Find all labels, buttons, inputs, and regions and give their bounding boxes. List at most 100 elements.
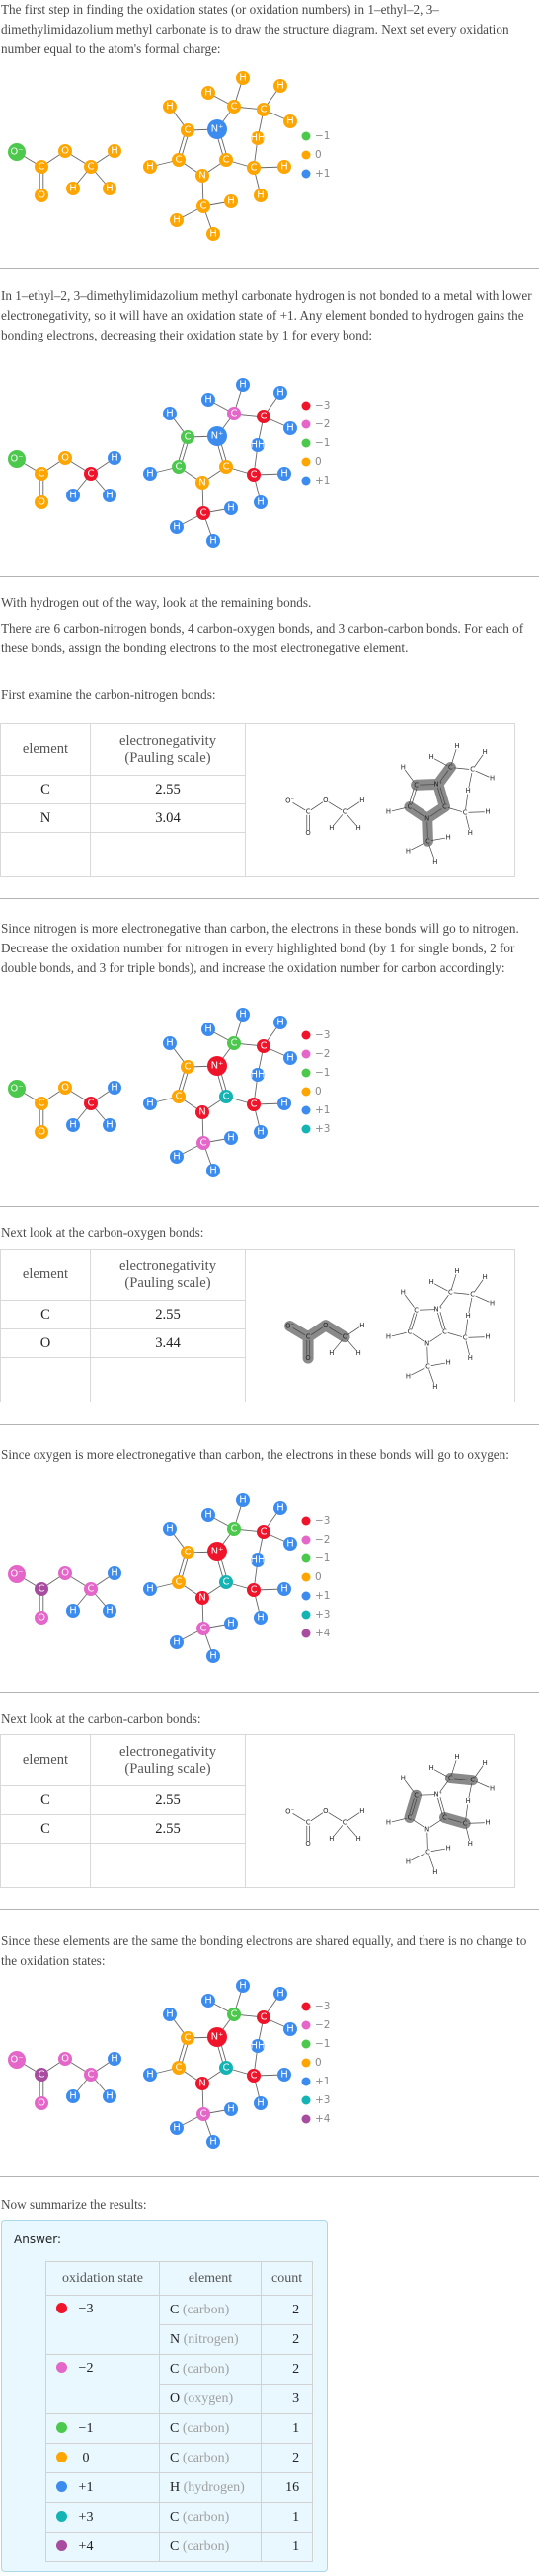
atom-node: O⁻ <box>8 450 26 468</box>
legend-item: +4 <box>301 1628 331 1639</box>
structure-diagram-formal-charge: O⁻COOCHH HC N⁺C CNHHCHHCHHHHC HHC HHH−1 0+1 <box>8 71 330 241</box>
atom-label: HH <box>250 1555 265 1566</box>
element-name: (carbon) <box>182 2420 230 2436</box>
atom-label: H <box>276 1018 284 1028</box>
atom-label: H <box>286 423 294 434</box>
atom-label: O <box>61 2054 69 2065</box>
atom-label: O <box>38 190 45 201</box>
atom-label: H <box>166 2009 174 2020</box>
atom-label: C <box>251 2071 258 2082</box>
atom-node: O <box>35 1611 48 1625</box>
atom-label: H <box>454 1753 459 1761</box>
en-value-cell: 2.55 <box>90 1300 246 1329</box>
atom-label: N <box>198 478 205 489</box>
atom-label: H <box>486 808 491 816</box>
atom-label: C <box>200 2109 207 2120</box>
atom-label: H <box>204 1510 212 1521</box>
atom-label: H <box>286 116 294 127</box>
element-name: (carbon) <box>182 2361 230 2377</box>
atom-label: H <box>257 497 265 508</box>
atom-label: H <box>227 2104 235 2115</box>
oxidation-state-cell: −2 <box>45 2354 160 2414</box>
atom-node: C <box>219 2061 233 2075</box>
oxidation-state-value: +4 <box>78 2538 94 2554</box>
atom-node: C <box>84 1097 98 1110</box>
atom-label: H <box>486 1333 491 1341</box>
legend-item: −1 <box>301 1553 330 1564</box>
atom-label: O <box>305 1840 310 1848</box>
section-divider <box>0 2176 539 2177</box>
element-symbol: C <box>170 2509 180 2525</box>
atom-label: HH <box>250 2041 265 2052</box>
atom-label: C <box>470 1777 475 1784</box>
header-en-line2: (Pauling scale) <box>124 749 211 766</box>
legend-item: 0 <box>301 1086 322 1098</box>
atom-label: H <box>401 1289 406 1297</box>
legend-item: −3 <box>301 400 330 412</box>
atom-node: C <box>247 1583 261 1597</box>
atom-label: H <box>204 395 212 406</box>
atom-node: H <box>254 2096 268 2110</box>
element-symbol: C <box>170 2450 180 2465</box>
cn-result-text: Since nitrogen is more electronegative t… <box>1 921 519 975</box>
legend-label: 0 <box>315 1571 322 1583</box>
legend-label: −3 <box>315 2001 330 2012</box>
oxidation-color-dot <box>56 2480 67 2492</box>
atom-node: H <box>201 86 215 100</box>
atom-node: C <box>172 460 186 474</box>
en-value-cell: 2.55 <box>90 1814 246 1844</box>
atom-label: O⁻ <box>10 2055 23 2066</box>
atom-label: N⁺ <box>211 2032 224 2043</box>
atom-label: C <box>442 1813 447 1821</box>
co-highlight-structure: O⁻ C O O C H H H C N⁺ C C N H H C H H C H H H C H H C H H H <box>245 1249 515 1402</box>
element-cell: C (carbon) <box>159 2354 262 2385</box>
header-electronegativity: electronegativity (Pauling scale) <box>90 723 246 776</box>
legend-label: −3 <box>315 1029 330 1041</box>
atom-node: H <box>224 2102 238 2116</box>
header-oxidation-state: oxidation state <box>45 2261 160 2296</box>
legend-label: +3 <box>315 1123 330 1135</box>
atom-label: N⁺ <box>211 1061 224 1072</box>
atom-label: C <box>408 1327 413 1335</box>
answer-row: 0C (carbon) 2 <box>45 2443 314 2473</box>
atom-node: C <box>247 468 261 482</box>
atom-label: N <box>424 1825 429 1833</box>
legend-label: −3 <box>315 400 330 412</box>
legend-dot <box>301 401 311 411</box>
legend-label: −1 <box>315 130 330 142</box>
legend-item: −3 <box>301 2001 330 2012</box>
header-en-line1: electronegativity <box>118 732 217 749</box>
atom-label: H <box>401 1775 406 1782</box>
atom-label: H <box>280 2070 288 2081</box>
atom-label: H <box>69 1606 77 1617</box>
atom-label: C <box>38 1584 45 1595</box>
element-cell: C <box>0 775 91 804</box>
atom-label: H <box>466 787 471 795</box>
header-en-line1: electronegativity <box>118 1257 217 1274</box>
atom-label: N⁺ <box>433 781 442 789</box>
atom-label: C <box>88 1584 95 1595</box>
element-name: (carbon) <box>182 2450 230 2465</box>
atom-node: H <box>254 1125 268 1139</box>
atom-label: N <box>198 1593 205 1604</box>
atom-node: H <box>66 1118 80 1132</box>
atom-node: C <box>84 160 98 174</box>
atom-label: H <box>276 1503 284 1514</box>
atom-label: H <box>146 469 154 480</box>
element-cell: N (nitrogen) <box>159 2324 262 2355</box>
count-cell: 3 <box>260 2384 314 2414</box>
atom-label: H <box>446 1845 451 1853</box>
atom-label: C <box>448 1289 453 1297</box>
atom-node: H <box>163 1522 177 1536</box>
element-cell: O (oxygen) <box>159 2384 262 2414</box>
atom-node: H <box>201 393 215 407</box>
atom-node: H <box>103 2089 116 2103</box>
atom-node: H <box>108 2052 121 2066</box>
atom-label: H <box>239 73 247 84</box>
atom-node: C <box>181 123 194 137</box>
empty-cell <box>0 1357 91 1402</box>
atom-label: C <box>176 2063 183 2074</box>
section-divider <box>0 1424 539 1425</box>
atom-node: HH <box>250 1068 266 1082</box>
atom-node: H <box>254 495 268 509</box>
